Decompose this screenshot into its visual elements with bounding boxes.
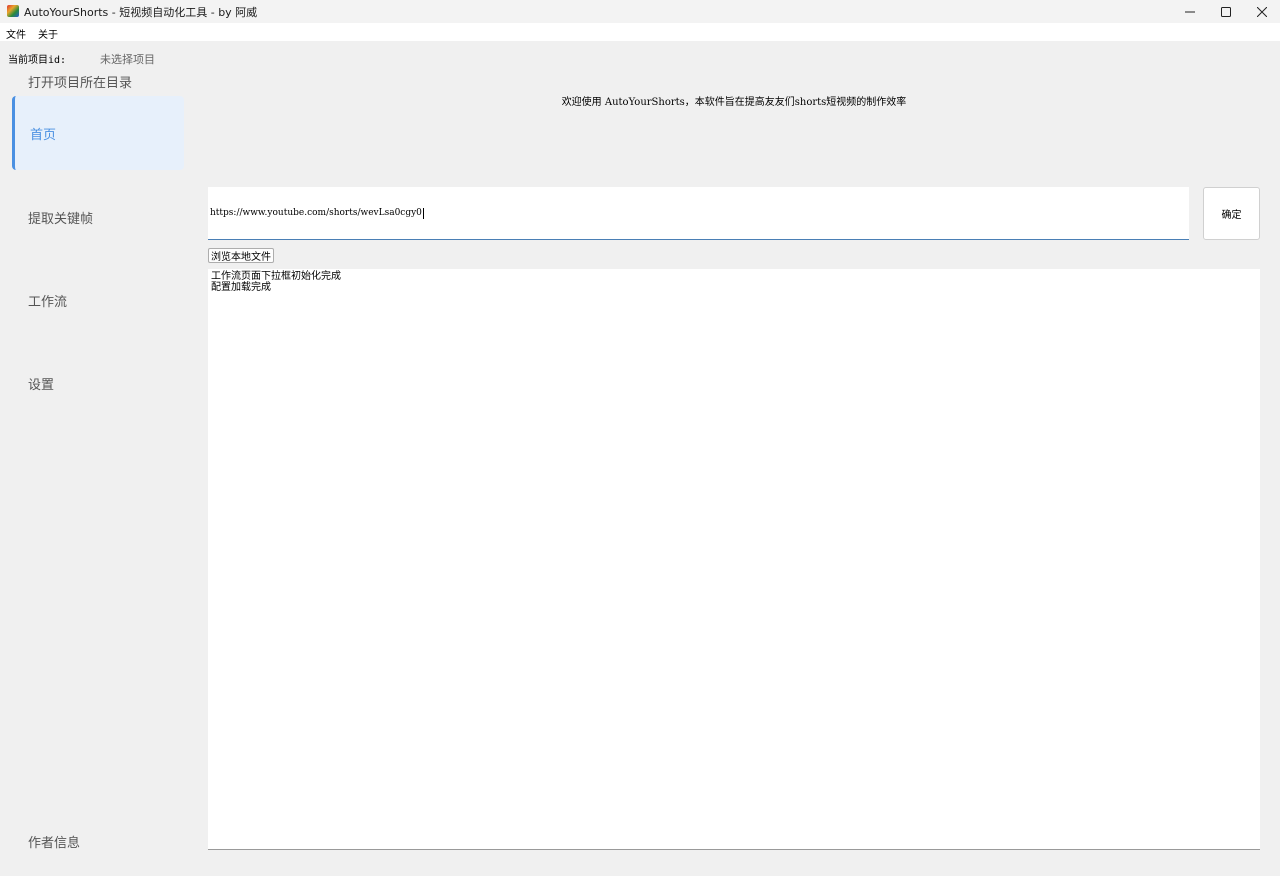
- title-bar: AutoYourShorts - 短视频自动化工具 - by 阿威: [0, 0, 1280, 23]
- log-line: 工作流页面下拉框初始化完成: [211, 271, 341, 282]
- menu-file[interactable]: 文件: [6, 26, 26, 41]
- sidebar-item-workflow[interactable]: 工作流: [12, 263, 184, 337]
- log-output[interactable]: 工作流页面下拉框初始化完成 配置加载完成: [208, 269, 1260, 850]
- url-input[interactable]: https://www.youtube.com/shorts/wevLsa0cg…: [208, 187, 1189, 240]
- current-project-label: 当前项目id:: [8, 55, 67, 66]
- browse-local-file-button[interactable]: 浏览本地文件: [208, 248, 274, 263]
- sidebar-item-label: 首页: [30, 127, 57, 143]
- current-project-value: 未选择项目: [100, 53, 155, 66]
- app-logo-icon: [7, 5, 19, 17]
- confirm-button[interactable]: 确定: [1203, 187, 1260, 240]
- menu-about[interactable]: 关于: [38, 26, 58, 41]
- text-caret: [422, 207, 424, 219]
- author-info-link[interactable]: 作者信息: [28, 832, 80, 851]
- log-line: 配置加载完成: [211, 282, 271, 293]
- maximize-icon: [1221, 6, 1231, 17]
- welcome-text: 欢迎使用 AutoYourShorts，本软件旨在提高友友们shorts短视频的…: [561, 97, 907, 108]
- close-button[interactable]: [1244, 0, 1280, 23]
- url-input-value: https://www.youtube.com/shorts/wevLsa0cg…: [210, 208, 422, 218]
- close-icon: [1257, 6, 1267, 17]
- menu-bar: 文件 关于: [0, 23, 1280, 41]
- sidebar-item-label: 工作流: [28, 294, 68, 310]
- sidebar-item-home[interactable]: 首页: [12, 96, 184, 170]
- open-project-dir-link[interactable]: 打开项目所在目录: [28, 72, 132, 91]
- maximize-button[interactable]: [1208, 0, 1244, 23]
- sidebar-item-label: 提取关键帧: [28, 211, 94, 227]
- sidebar-item-settings[interactable]: 设置: [12, 346, 184, 420]
- window-title: AutoYourShorts - 短视频自动化工具 - by 阿威: [24, 6, 258, 19]
- minimize-icon: [1185, 11, 1195, 12]
- sidebar-item-extract-keyframes[interactable]: 提取关键帧: [12, 180, 184, 254]
- minimize-button[interactable]: [1172, 0, 1208, 23]
- sidebar-item-label: 设置: [28, 377, 55, 393]
